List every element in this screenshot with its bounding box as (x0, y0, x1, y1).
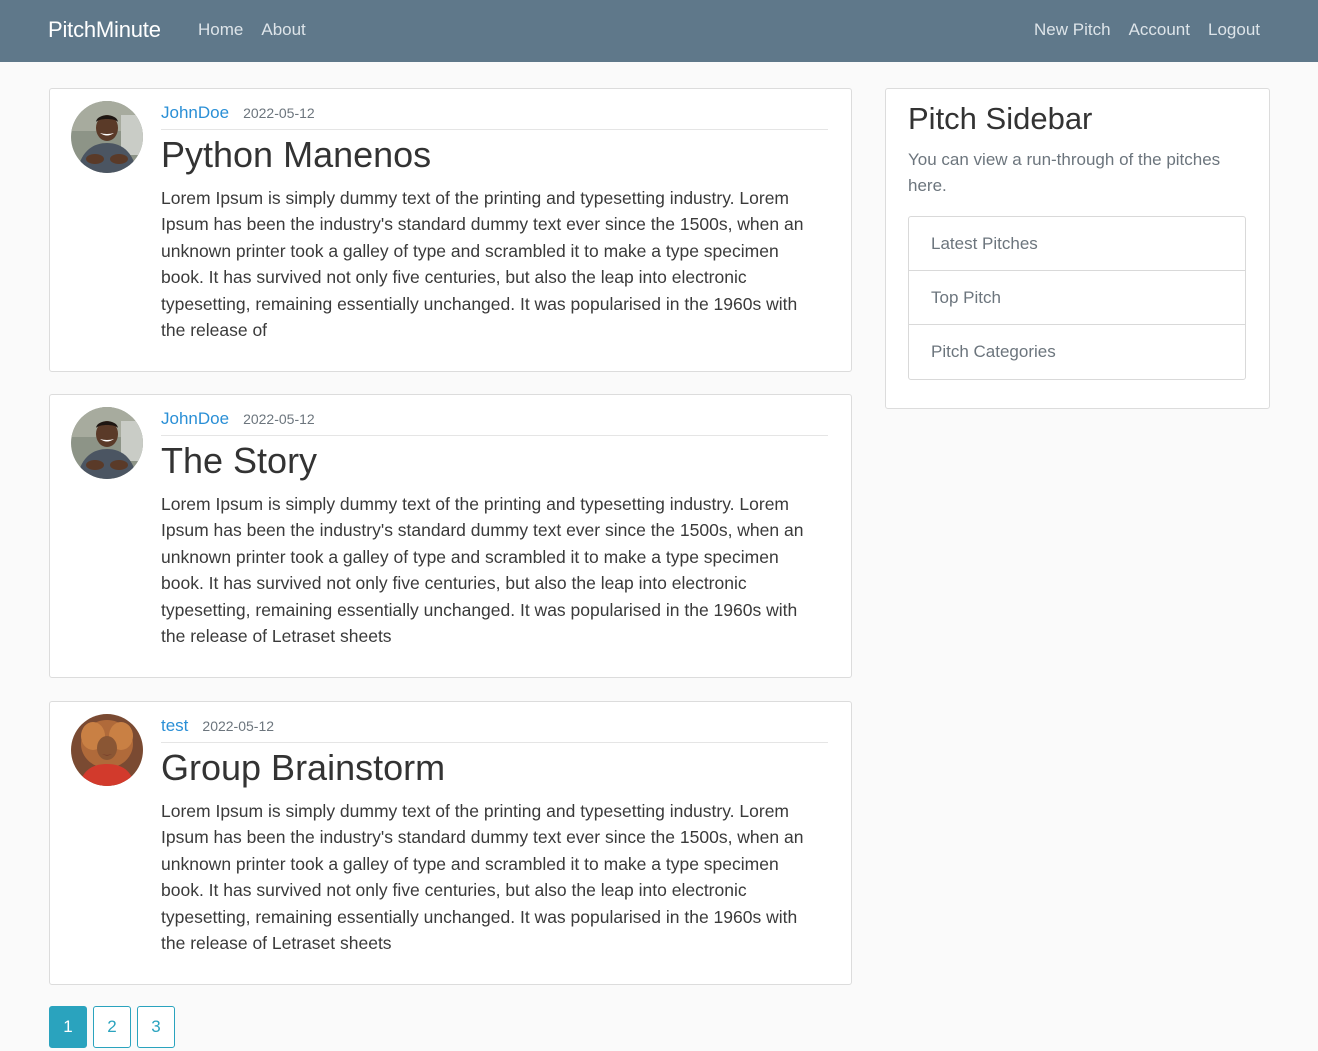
nav-link-account[interactable]: Account (1129, 20, 1190, 40)
woman-avatar-icon (71, 714, 143, 786)
pagination: 1 2 3 (49, 1006, 175, 1048)
post-date: 2022-05-12 (202, 718, 275, 734)
post-meta: JohnDoe 2022-05-12 (161, 103, 828, 130)
nav-left-links: Home About (198, 20, 306, 40)
pitch-card: JohnDoe 2022-05-12 Python Manenos Lorem … (49, 88, 852, 372)
sidebar-title: Pitch Sidebar (908, 101, 1093, 136)
pitch-card: test 2022-05-12 Group Brainstorm Lorem I… (49, 701, 852, 985)
top-navbar: PitchMinute Home About New Pitch Account… (0, 0, 1318, 62)
brand-logo[interactable]: PitchMinute (48, 17, 161, 43)
nav-link-logout[interactable]: Logout (1208, 20, 1260, 40)
man-avatar-icon (71, 101, 143, 173)
avatar (71, 101, 143, 173)
pitch-card: JohnDoe 2022-05-12 The Story Lorem Ipsum… (49, 394, 852, 678)
post-meta: JohnDoe 2022-05-12 (161, 409, 828, 436)
post-date: 2022-05-12 (243, 105, 315, 121)
nav-link-home[interactable]: Home (198, 20, 243, 40)
nav-link-about[interactable]: About (261, 20, 305, 40)
nav-right-links: New Pitch Account Logout (1034, 20, 1260, 40)
nav-link-new-pitch[interactable]: New Pitch (1034, 20, 1111, 40)
post-body: Lorem Ipsum is simply dummy text of the … (161, 188, 804, 341)
author-link[interactable]: test (161, 716, 188, 736)
avatar (71, 714, 143, 786)
post-title[interactable]: Group Brainstorm (161, 747, 445, 789)
page-button-2[interactable]: 2 (93, 1006, 131, 1048)
post-meta: test 2022-05-12 (161, 716, 828, 743)
avatar (71, 407, 143, 479)
post-body: Lorem Ipsum is simply dummy text of the … (161, 494, 804, 647)
sidebar-item-pitch-categories[interactable]: Pitch Categories (909, 325, 1245, 379)
author-link[interactable]: JohnDoe (161, 103, 229, 123)
post-title[interactable]: Python Manenos (161, 134, 431, 176)
page-button-3[interactable]: 3 (137, 1006, 175, 1048)
author-link[interactable]: JohnDoe (161, 409, 229, 429)
post-date: 2022-05-12 (243, 411, 315, 427)
page-button-1[interactable]: 1 (49, 1006, 87, 1048)
sidebar-description: You can view a run-through of the pitche… (908, 150, 1221, 195)
man-avatar-icon (71, 407, 143, 479)
sidebar-item-top-pitch[interactable]: Top Pitch (909, 271, 1245, 325)
post-title[interactable]: The Story (161, 440, 317, 482)
post-body: Lorem Ipsum is simply dummy text of the … (161, 801, 804, 954)
pitch-sidebar: Pitch Sidebar You can view a run-through… (885, 88, 1270, 409)
sidebar-list: Latest Pitches Top Pitch Pitch Categorie… (908, 216, 1246, 380)
sidebar-item-latest-pitches[interactable]: Latest Pitches (909, 217, 1245, 271)
